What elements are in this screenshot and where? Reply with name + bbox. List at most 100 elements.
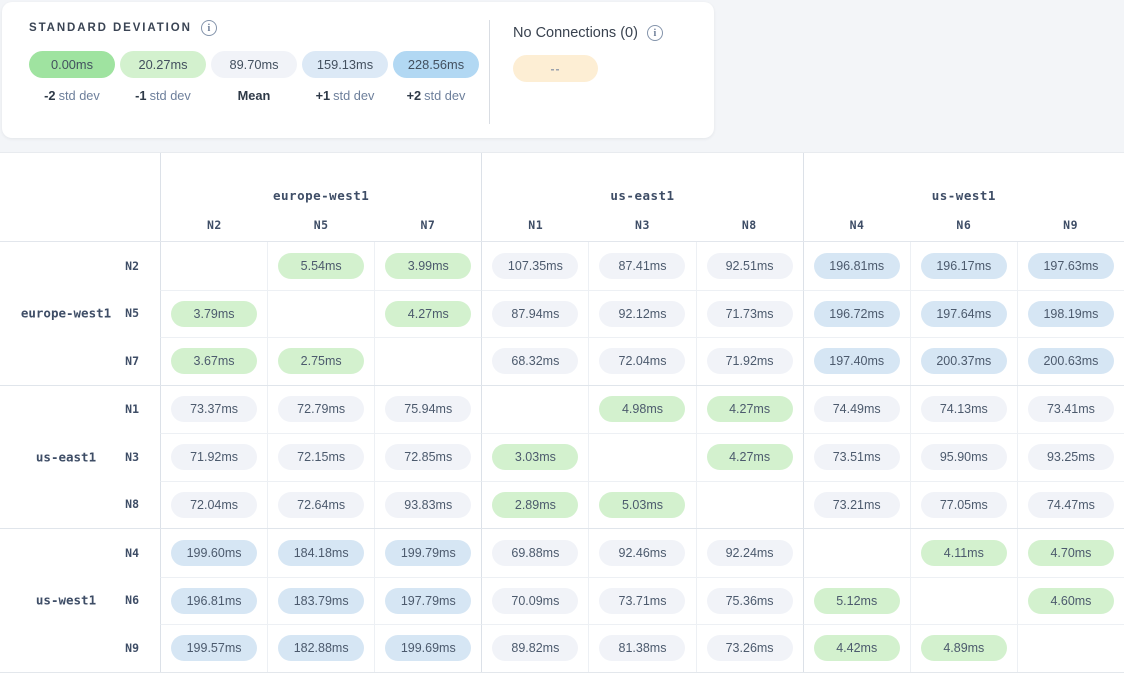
latency-pill[interactable]: 75.94ms [385, 396, 471, 422]
latency-pill[interactable]: 197.64ms [921, 301, 1007, 327]
latency-cell[interactable]: 197.40ms [803, 337, 910, 385]
latency-cell[interactable]: 196.17ms [910, 242, 1017, 290]
latency-cell[interactable]: 2.89ms [481, 481, 588, 529]
latency-pill[interactable]: 5.54ms [278, 253, 364, 279]
latency-cell[interactable]: 92.51ms [696, 242, 803, 290]
latency-cell[interactable]: 92.46ms [588, 529, 695, 577]
latency-pill[interactable]: 92.51ms [707, 253, 793, 279]
latency-pill[interactable]: 71.73ms [707, 301, 793, 327]
latency-pill[interactable]: 196.81ms [171, 588, 257, 614]
latency-pill[interactable]: 72.04ms [171, 492, 257, 518]
latency-pill[interactable]: 3.99ms [385, 253, 471, 279]
column-node-label-N6[interactable]: N6 [910, 218, 1017, 232]
latency-cell[interactable]: 5.54ms [267, 242, 374, 290]
latency-cell[interactable] [374, 337, 481, 385]
latency-cell[interactable]: 74.47ms [1017, 481, 1124, 529]
row-node-label-N8[interactable]: N8 [90, 481, 160, 529]
latency-cell[interactable] [696, 481, 803, 529]
latency-cell[interactable]: 87.41ms [588, 242, 695, 290]
column-node-label-N7[interactable]: N7 [375, 218, 482, 232]
latency-pill[interactable]: 92.46ms [599, 540, 685, 566]
latency-pill[interactable]: 2.75ms [278, 348, 364, 374]
latency-cell[interactable]: 72.85ms [374, 433, 481, 481]
latency-pill[interactable]: 184.18ms [278, 540, 364, 566]
row-node-label-N1[interactable]: N1 [90, 386, 160, 434]
latency-pill[interactable]: 3.79ms [171, 301, 257, 327]
row-node-label-N4[interactable]: N4 [90, 529, 160, 577]
row-node-label-N2[interactable]: N2 [90, 242, 160, 290]
latency-pill[interactable]: 81.38ms [599, 635, 685, 661]
latency-cell[interactable]: 2.75ms [267, 337, 374, 385]
latency-pill[interactable]: 200.63ms [1028, 348, 1114, 374]
latency-cell[interactable]: 3.79ms [160, 290, 267, 338]
latency-cell[interactable]: 87.94ms [481, 290, 588, 338]
latency-cell[interactable]: 72.04ms [160, 481, 267, 529]
latency-pill[interactable]: 93.25ms [1028, 444, 1114, 470]
latency-cell[interactable]: 183.79ms [267, 577, 374, 625]
latency-cell[interactable]: 72.04ms [588, 337, 695, 385]
latency-cell[interactable]: 4.11ms [910, 529, 1017, 577]
column-node-label-N1[interactable]: N1 [482, 218, 589, 232]
latency-cell[interactable]: 196.72ms [803, 290, 910, 338]
latency-cell[interactable]: 69.88ms [481, 529, 588, 577]
latency-cell[interactable] [481, 386, 588, 434]
latency-pill[interactable]: 87.94ms [492, 301, 578, 327]
latency-pill[interactable]: 199.60ms [171, 540, 257, 566]
latency-cell[interactable] [267, 290, 374, 338]
latency-cell[interactable]: 3.03ms [481, 433, 588, 481]
latency-pill[interactable]: 74.13ms [921, 396, 1007, 422]
latency-cell[interactable]: 92.24ms [696, 529, 803, 577]
latency-pill[interactable]: 4.27ms [707, 444, 793, 470]
latency-cell[interactable]: 199.69ms [374, 624, 481, 672]
latency-cell[interactable]: 73.51ms [803, 433, 910, 481]
latency-pill[interactable]: 183.79ms [278, 588, 364, 614]
latency-cell[interactable]: 198.19ms [1017, 290, 1124, 338]
column-node-label-N8[interactable]: N8 [696, 218, 803, 232]
latency-pill[interactable]: 196.72ms [814, 301, 900, 327]
latency-cell[interactable]: 75.94ms [374, 386, 481, 434]
latency-cell[interactable]: 77.05ms [910, 481, 1017, 529]
column-node-label-N4[interactable]: N4 [804, 218, 911, 232]
latency-pill[interactable]: 93.83ms [385, 492, 471, 518]
latency-pill[interactable]: 197.40ms [814, 348, 900, 374]
latency-pill[interactable]: 72.15ms [278, 444, 364, 470]
row-node-label-N6[interactable]: N6 [90, 577, 160, 625]
latency-cell[interactable]: 200.37ms [910, 337, 1017, 385]
latency-cell[interactable]: 92.12ms [588, 290, 695, 338]
latency-cell[interactable]: 199.57ms [160, 624, 267, 672]
latency-pill[interactable]: 77.05ms [921, 492, 1007, 518]
latency-pill[interactable]: 3.03ms [492, 444, 578, 470]
latency-pill[interactable]: 95.90ms [921, 444, 1007, 470]
latency-cell[interactable]: 71.92ms [696, 337, 803, 385]
latency-cell[interactable]: 4.89ms [910, 624, 1017, 672]
latency-cell[interactable]: 182.88ms [267, 624, 374, 672]
latency-cell[interactable]: 70.09ms [481, 577, 588, 625]
latency-cell[interactable]: 4.60ms [1017, 577, 1124, 625]
latency-cell[interactable]: 200.63ms [1017, 337, 1124, 385]
latency-pill[interactable]: 4.70ms [1028, 540, 1114, 566]
latency-pill[interactable]: 71.92ms [171, 444, 257, 470]
latency-cell[interactable]: 68.32ms [481, 337, 588, 385]
latency-pill[interactable]: 196.17ms [921, 253, 1007, 279]
latency-cell[interactable]: 73.21ms [803, 481, 910, 529]
latency-cell[interactable] [803, 529, 910, 577]
latency-pill[interactable]: 75.36ms [707, 588, 793, 614]
latency-pill[interactable]: 73.37ms [171, 396, 257, 422]
latency-pill[interactable]: 73.26ms [707, 635, 793, 661]
latency-pill[interactable]: 3.67ms [171, 348, 257, 374]
row-node-label-N5[interactable]: N5 [90, 290, 160, 338]
column-node-label-N9[interactable]: N9 [1017, 218, 1124, 232]
latency-pill[interactable]: 4.89ms [921, 635, 1007, 661]
latency-cell[interactable]: 71.73ms [696, 290, 803, 338]
latency-pill[interactable]: 74.47ms [1028, 492, 1114, 518]
latency-cell[interactable]: 71.92ms [160, 433, 267, 481]
latency-pill[interactable]: 196.81ms [814, 253, 900, 279]
latency-cell[interactable]: 74.13ms [910, 386, 1017, 434]
latency-pill[interactable]: 69.88ms [492, 540, 578, 566]
latency-cell[interactable] [160, 242, 267, 290]
row-node-label-N9[interactable]: N9 [90, 624, 160, 672]
latency-cell[interactable]: 197.79ms [374, 577, 481, 625]
latency-pill[interactable]: 68.32ms [492, 348, 578, 374]
latency-cell[interactable]: 93.25ms [1017, 433, 1124, 481]
latency-pill[interactable]: 72.79ms [278, 396, 364, 422]
